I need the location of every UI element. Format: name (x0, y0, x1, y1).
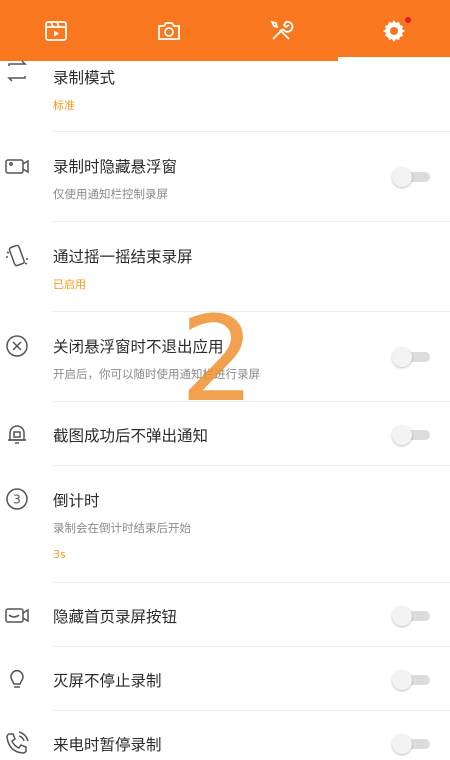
bell-icon (4, 421, 30, 447)
camera-icon (157, 21, 180, 40)
setting-title: 倒计时 (53, 492, 100, 510)
setting-call-pause[interactable]: 来电时暂停录制 (0, 711, 450, 760)
hidden-camera-icon (4, 602, 30, 628)
setting-record-mode[interactable]: 录制模式 标准 (0, 58, 450, 132)
tools-icon (270, 20, 294, 40)
shake-phone-icon (4, 243, 30, 269)
setting-value: 标准 (53, 99, 75, 112)
setting-title: 录制模式 (53, 69, 116, 87)
video-clip-icon (45, 20, 68, 41)
phone-call-icon (4, 730, 30, 756)
setting-value: 已启用 (53, 278, 86, 291)
setting-screen-off[interactable]: 灭屏不停止录制 (0, 647, 450, 711)
setting-title: 隐藏首页录屏按钮 (53, 608, 178, 626)
loop-icon (4, 58, 30, 84)
hide-home-button-toggle[interactable] (392, 606, 430, 626)
video-camera-icon (4, 153, 30, 179)
setting-subtitle: 录制会在倒计时结束后开始 (53, 521, 191, 535)
setting-hide-home-button[interactable]: 隐藏首页录屏按钮 (0, 583, 450, 647)
tab-tools[interactable] (225, 0, 338, 61)
hide-float-toggle[interactable] (392, 167, 430, 187)
tab-settings[interactable] (337, 0, 450, 61)
countdown-overlay-number: 2 (180, 290, 256, 428)
tab-video[interactable] (0, 0, 113, 61)
svg-text:3: 3 (13, 493, 21, 507)
settings-gear-icon (382, 19, 405, 42)
setting-countdown[interactable]: 3 倒计时 录制会在倒计时结束后开始 3s (0, 466, 450, 583)
close-circle-icon (4, 333, 30, 359)
call-pause-toggle[interactable] (392, 734, 430, 754)
screenshot-notify-toggle[interactable] (392, 425, 430, 445)
setting-value: 3s (53, 548, 66, 561)
setting-title: 灭屏不停止录制 (53, 672, 162, 690)
top-tab-bar (0, 0, 450, 61)
tab-screenshot[interactable] (113, 0, 226, 61)
setting-title: 录制时隐藏悬浮窗 (53, 158, 178, 176)
setting-subtitle: 仅使用通知栏控制录屏 (53, 187, 168, 201)
notification-badge (404, 17, 411, 23)
setting-hide-float[interactable]: 录制时隐藏悬浮窗 仅使用通知栏控制录屏 (0, 132, 450, 222)
close-float-toggle[interactable] (392, 347, 430, 367)
setting-title: 来电时暂停录制 (53, 736, 162, 754)
lightbulb-icon (4, 666, 30, 692)
setting-title: 通过摇一摇结束录屏 (53, 248, 193, 266)
screen-off-toggle[interactable] (392, 670, 430, 690)
timer-3-icon: 3 (4, 486, 30, 512)
